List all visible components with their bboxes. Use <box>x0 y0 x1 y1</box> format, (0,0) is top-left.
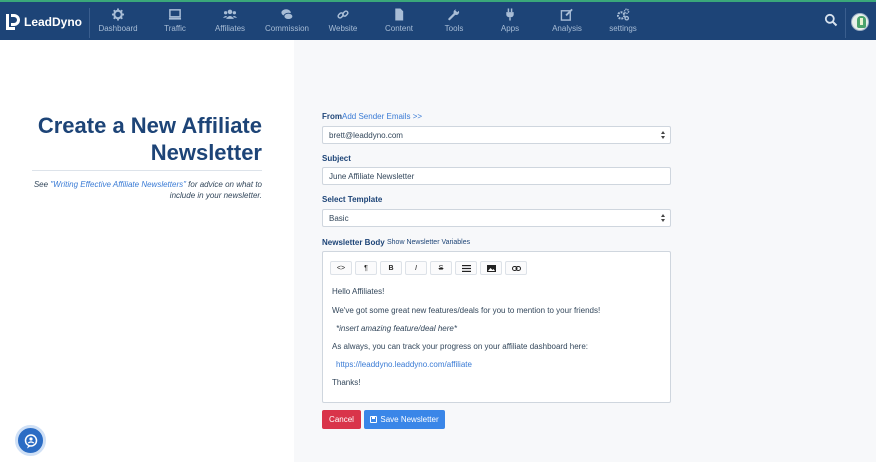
from-select[interactable]: brett@leaddyno.com <box>322 126 671 144</box>
newsletter-body-editor[interactable]: <> ¶ B I S Hello Affiliates! We've got s… <box>322 251 671 403</box>
search-icon[interactable] <box>824 13 838 27</box>
wrench-icon <box>448 8 460 21</box>
nav-item-apps[interactable]: Apps <box>500 8 520 36</box>
link-icon <box>511 265 521 271</box>
nav-label-content: Content <box>384 24 414 33</box>
newsletter-guide-link[interactable]: "Writing Effective Affiliate Newsletters… <box>50 180 186 189</box>
users-icon <box>223 9 237 19</box>
body-line: As always, you can track your progress o… <box>332 342 588 351</box>
file-icon <box>395 8 404 21</box>
save-newsletter-button[interactable]: Save Newsletter <box>364 410 445 429</box>
select-caret-icon <box>660 130 666 141</box>
top-navbar: LeadDyno Dashboard Traffic Affiliates Co… <box>0 0 876 40</box>
list-button[interactable] <box>455 261 477 275</box>
body-line: *insert amazing feature/deal here* <box>336 324 457 333</box>
nav-item-analysis[interactable]: Analysis <box>552 8 582 36</box>
nav-item-settings[interactable]: settings <box>609 8 637 36</box>
nav-item-dashboard[interactable]: Dashboard <box>98 8 138 36</box>
insert-image-button[interactable] <box>480 261 502 275</box>
nav-item-content[interactable]: Content <box>384 8 414 36</box>
show-newsletter-variables-link[interactable]: Show Newsletter Variables <box>387 239 470 246</box>
subject-input-value: June Affiliate Newsletter <box>329 172 415 181</box>
page-title: Create a New Affiliate Newsletter <box>37 113 262 165</box>
nav-label-website: Website <box>328 24 358 33</box>
body-line: Hello Affiliates! <box>332 287 385 296</box>
from-select-value: brett@leaddyno.com <box>329 131 403 140</box>
subject-input[interactable]: June Affiliate Newsletter <box>322 167 671 185</box>
body-line: We've got some great new features/deals … <box>332 306 601 315</box>
template-select[interactable]: Basic <box>322 209 671 227</box>
cogs-icon <box>616 8 630 21</box>
nav-label-dashboard: Dashboard <box>98 24 138 33</box>
newsletter-body-label: Newsletter Body <box>322 238 385 247</box>
title-divider <box>32 170 262 171</box>
user-avatar[interactable] <box>851 13 869 31</box>
money-icon <box>281 9 294 20</box>
dashboard-icon <box>111 8 125 21</box>
code-view-button[interactable]: <> <box>330 261 352 275</box>
link-icon <box>337 10 349 19</box>
subject-label: Subject <box>322 154 351 163</box>
nav-divider <box>845 8 846 38</box>
nav-item-website[interactable]: Website <box>328 8 358 36</box>
affiliate-dashboard-link[interactable]: https://leaddyno.leaddyno.com/affiliate <box>336 360 472 369</box>
nav-label-commission: Commission <box>265 24 310 33</box>
strikethrough-icon: S <box>438 264 444 272</box>
leaddyno-logo[interactable]: LeadDyno <box>6 11 82 33</box>
save-icon <box>370 416 378 423</box>
monitor-icon <box>168 9 182 20</box>
nav-divider <box>89 8 90 38</box>
edit-icon <box>560 8 573 21</box>
code-icon: <> <box>336 264 346 272</box>
logo-mark-icon <box>6 13 20 31</box>
nav-label-settings: settings <box>609 24 637 33</box>
paragraph-icon: ¶ <box>364 264 368 272</box>
cancel-button[interactable]: Cancel <box>322 410 361 429</box>
template-label: Select Template <box>322 195 383 204</box>
nav-label-tools: Tools <box>444 24 464 33</box>
strikethrough-button[interactable]: S <box>430 261 452 275</box>
editor-toolbar: <> ¶ B I S <box>330 261 527 275</box>
paragraph-button[interactable]: ¶ <box>355 261 377 275</box>
nav-label-apps: Apps <box>500 24 520 33</box>
save-button-label: Save Newsletter <box>380 415 439 424</box>
bold-icon: B <box>388 264 394 272</box>
nav-label-affiliates: Affiliates <box>214 24 246 33</box>
advice-text: See "Writing Effective Affiliate Newslet… <box>33 180 262 200</box>
from-label: From <box>322 112 342 121</box>
nav-item-commission[interactable]: Commission <box>265 8 309 36</box>
insert-link-button[interactable] <box>505 261 527 275</box>
nav-label-analysis: Analysis <box>552 24 582 33</box>
nav-item-tools[interactable]: Tools <box>443 8 465 36</box>
image-icon <box>486 264 496 272</box>
template-select-value: Basic <box>329 214 349 223</box>
select-caret-icon <box>660 213 666 224</box>
newsletter-form-panel: From Add Sender Emails >> brett@leaddyno… <box>294 40 876 462</box>
chat-icon <box>24 433 37 448</box>
nav-item-traffic[interactable]: Traffic <box>162 8 188 36</box>
cancel-button-label: Cancel <box>329 415 354 424</box>
nav-label-traffic: Traffic <box>164 24 186 33</box>
left-panel: Create a New Affiliate Newsletter See "W… <box>0 40 294 462</box>
italic-button[interactable]: I <box>405 261 427 275</box>
italic-icon: I <box>415 264 417 272</box>
add-sender-emails-link[interactable]: Add Sender Emails >> <box>342 112 422 121</box>
body-line: Thanks! <box>332 378 361 387</box>
nav-item-affiliates[interactable]: Affiliates <box>214 8 246 36</box>
bold-button[interactable]: B <box>380 261 402 275</box>
plug-icon <box>506 8 514 21</box>
brand-name: LeadDyno <box>24 15 83 29</box>
list-icon <box>461 264 471 272</box>
chat-support-button[interactable] <box>15 425 46 456</box>
